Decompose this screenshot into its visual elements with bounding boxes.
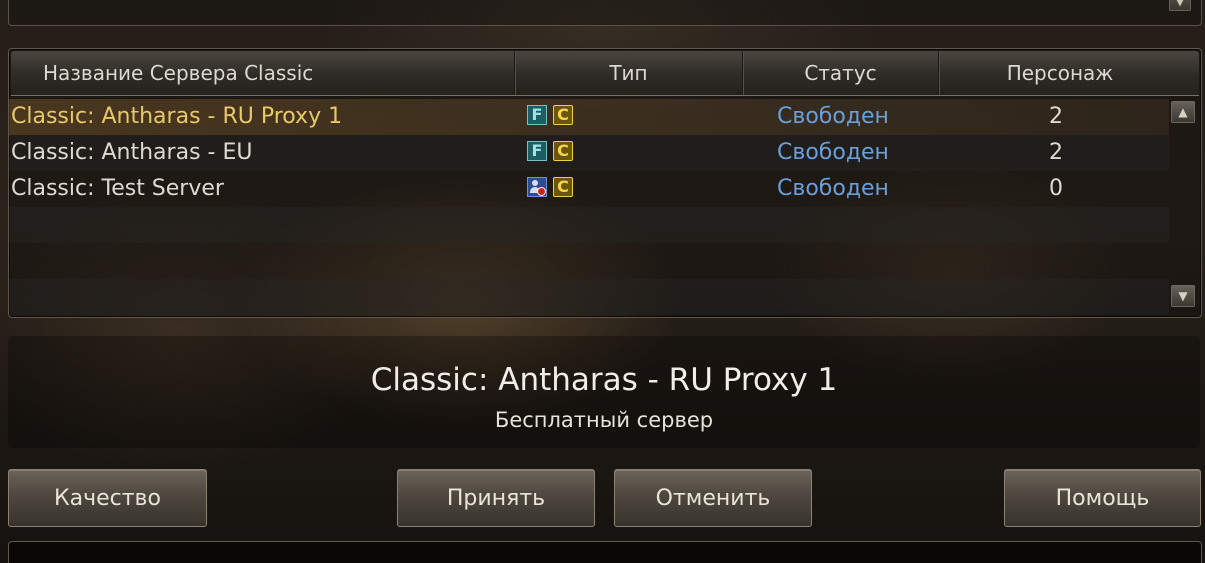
- server-row[interactable]: Classic: Test Server C Свободен 0: [9, 171, 1169, 207]
- server-status: Свободен: [777, 104, 889, 129]
- server-type-badges: C: [527, 177, 573, 197]
- person-blocked-icon: [527, 177, 547, 197]
- column-header-characters[interactable]: Персонаж: [939, 51, 1199, 95]
- classic-server-icon: C: [553, 177, 573, 197]
- cancel-button[interactable]: Отменить: [614, 469, 812, 527]
- server-status: Свободен: [777, 140, 889, 165]
- arrow-down-icon: ▼: [1175, 0, 1185, 8]
- scroll-down-button[interactable]: ▼: [1171, 285, 1195, 307]
- character-count: 2: [1049, 104, 1063, 129]
- character-count: 2: [1049, 140, 1063, 165]
- bottom-panel: [8, 541, 1202, 563]
- server-list-panel: Название Сервера Classic Тип Статус Перс…: [8, 48, 1202, 318]
- help-button[interactable]: Помощь: [1004, 469, 1201, 527]
- free-server-icon: F: [527, 141, 547, 161]
- server-status: Свободен: [777, 176, 889, 201]
- column-header-name[interactable]: Название Сервера Classic: [11, 51, 515, 95]
- quality-button[interactable]: Качество: [8, 469, 207, 527]
- arrow-down-icon: ▼: [1178, 289, 1188, 303]
- server-type-badges: F C: [527, 141, 573, 161]
- server-info-panel: Classic: Antharas - RU Proxy 1 Бесплатны…: [8, 336, 1200, 448]
- selected-server-title: Classic: Antharas - RU Proxy 1: [370, 362, 838, 398]
- empty-row: [9, 207, 1169, 243]
- server-row[interactable]: Classic: Antharas - EU F C Свободен 2: [9, 135, 1169, 171]
- server-name: Classic: Antharas - RU Proxy 1: [11, 104, 343, 129]
- server-row[interactable]: Classic: Antharas - RU Proxy 1 F C Свобо…: [9, 99, 1169, 135]
- scroll-up-button[interactable]: ▲: [1171, 101, 1195, 123]
- server-name: Classic: Test Server: [11, 176, 224, 201]
- empty-row: [9, 243, 1169, 279]
- free-server-icon: F: [527, 105, 547, 125]
- classic-server-icon: C: [553, 141, 573, 161]
- character-count: 0: [1049, 176, 1063, 201]
- accept-button[interactable]: Принять: [397, 469, 595, 527]
- arrow-up-icon: ▲: [1178, 105, 1188, 119]
- server-name: Classic: Antharas - EU: [11, 140, 253, 165]
- top-panel: ▼: [8, 0, 1202, 26]
- server-type-badges: F C: [527, 105, 573, 125]
- server-list-header: Название Сервера Classic Тип Статус Перс…: [11, 51, 1199, 96]
- column-header-status[interactable]: Статус: [743, 51, 939, 95]
- classic-server-icon: C: [553, 105, 573, 125]
- top-scroll-down-button[interactable]: ▼: [1169, 0, 1191, 11]
- selected-server-subtitle: Бесплатный сервер: [494, 408, 714, 432]
- empty-row: [9, 279, 1169, 315]
- column-header-type[interactable]: Тип: [515, 51, 743, 95]
